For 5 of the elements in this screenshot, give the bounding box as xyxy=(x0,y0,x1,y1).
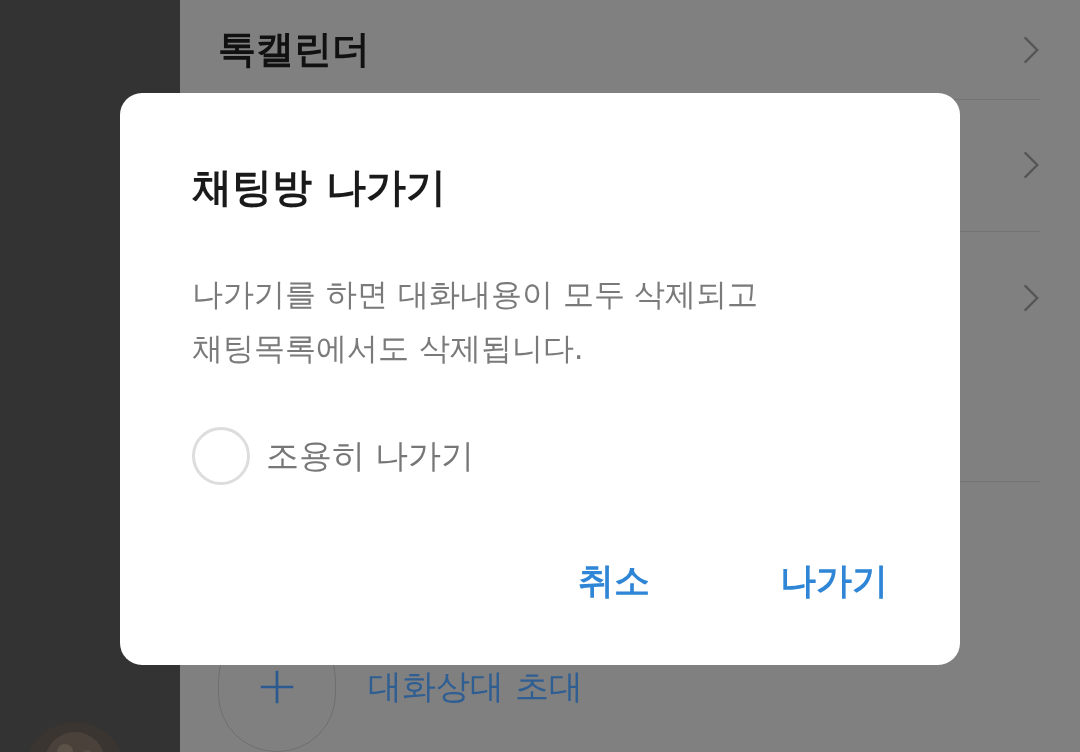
cancel-button[interactable]: 취소 xyxy=(558,547,670,616)
leave-button[interactable]: 나가기 xyxy=(760,547,908,616)
dialog-title: 채팅방 나가기 xyxy=(192,163,447,211)
radio-label: 조용히 나가기 xyxy=(266,434,475,477)
dialog-message: 나가기를 하면 대화내용이 모두 삭제되고 채팅목록에서도 삭제됩니다. xyxy=(192,275,760,368)
